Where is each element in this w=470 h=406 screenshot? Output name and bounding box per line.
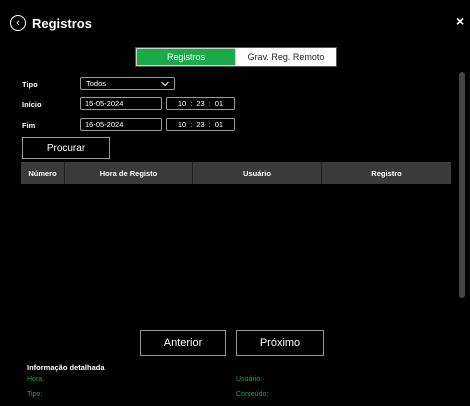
column-header-hora[interactable]: Hora de Registo bbox=[65, 162, 193, 184]
fim-date-field[interactable]: 16-05-2024 bbox=[80, 118, 162, 131]
tipo-select-value: Todos bbox=[86, 79, 107, 88]
tab-grav-reg-remoto[interactable]: Grav. Reg. Remoto bbox=[236, 48, 336, 66]
registros-panel: ‹ Registros × Registros Grav. Reg. Remot… bbox=[0, 0, 470, 406]
detail-conteudo-label: Conteúdo: bbox=[236, 391, 269, 398]
close-icon[interactable]: × bbox=[456, 13, 464, 29]
column-header-registro[interactable]: Registro bbox=[322, 162, 451, 184]
fim-label: Fim bbox=[22, 121, 36, 130]
next-page-button[interactable]: Próximo bbox=[236, 330, 324, 356]
search-button[interactable]: Procurar bbox=[22, 137, 110, 159]
inicio-label: Início bbox=[22, 100, 42, 109]
tab-registros[interactable]: Registros bbox=[136, 48, 236, 66]
vertical-scrollbar[interactable] bbox=[459, 72, 465, 298]
time-separator: : bbox=[190, 99, 193, 108]
column-header-numero[interactable]: Número bbox=[21, 162, 65, 184]
tipo-select[interactable]: Todos bbox=[80, 77, 175, 90]
detail-section-title: Informação detalhada bbox=[27, 363, 105, 372]
tab-bar: Registros Grav. Reg. Remoto bbox=[135, 47, 337, 67]
detail-usuario-label: Usuário: bbox=[236, 376, 263, 383]
inicio-second[interactable]: 01 bbox=[215, 99, 223, 108]
page-title: Registros bbox=[32, 15, 92, 31]
log-table-header: Número Hora de Registo Usuário Registro bbox=[21, 162, 451, 184]
inicio-minute[interactable]: 23 bbox=[196, 99, 204, 108]
inicio-hour[interactable]: 10 bbox=[178, 99, 186, 108]
chevron-down-icon bbox=[161, 81, 169, 86]
detail-hora-label: Hora: bbox=[27, 376, 45, 383]
time-separator: : bbox=[208, 120, 211, 129]
column-header-usuario[interactable]: Usuário bbox=[193, 162, 322, 184]
fim-second[interactable]: 01 bbox=[215, 120, 223, 129]
time-separator: : bbox=[208, 99, 211, 108]
time-separator: : bbox=[190, 120, 193, 129]
inicio-time-field[interactable]: 10 : 23 : 01 bbox=[166, 97, 235, 110]
previous-page-button[interactable]: Anterior bbox=[140, 330, 226, 356]
fim-hour[interactable]: 10 bbox=[178, 120, 186, 129]
inicio-date-value: 15-05-2024 bbox=[85, 99, 124, 108]
detail-tipo-label: Tipo: bbox=[27, 391, 43, 398]
inicio-date-field[interactable]: 15-05-2024 bbox=[80, 97, 162, 110]
fim-time-field[interactable]: 10 : 23 : 01 bbox=[166, 118, 235, 131]
fim-date-value: 16-05-2024 bbox=[85, 120, 124, 129]
tipo-label: Tipo bbox=[22, 80, 38, 89]
back-icon[interactable]: ‹ bbox=[10, 15, 26, 31]
titlebar: ‹ Registros bbox=[10, 14, 92, 32]
fim-minute[interactable]: 23 bbox=[196, 120, 204, 129]
